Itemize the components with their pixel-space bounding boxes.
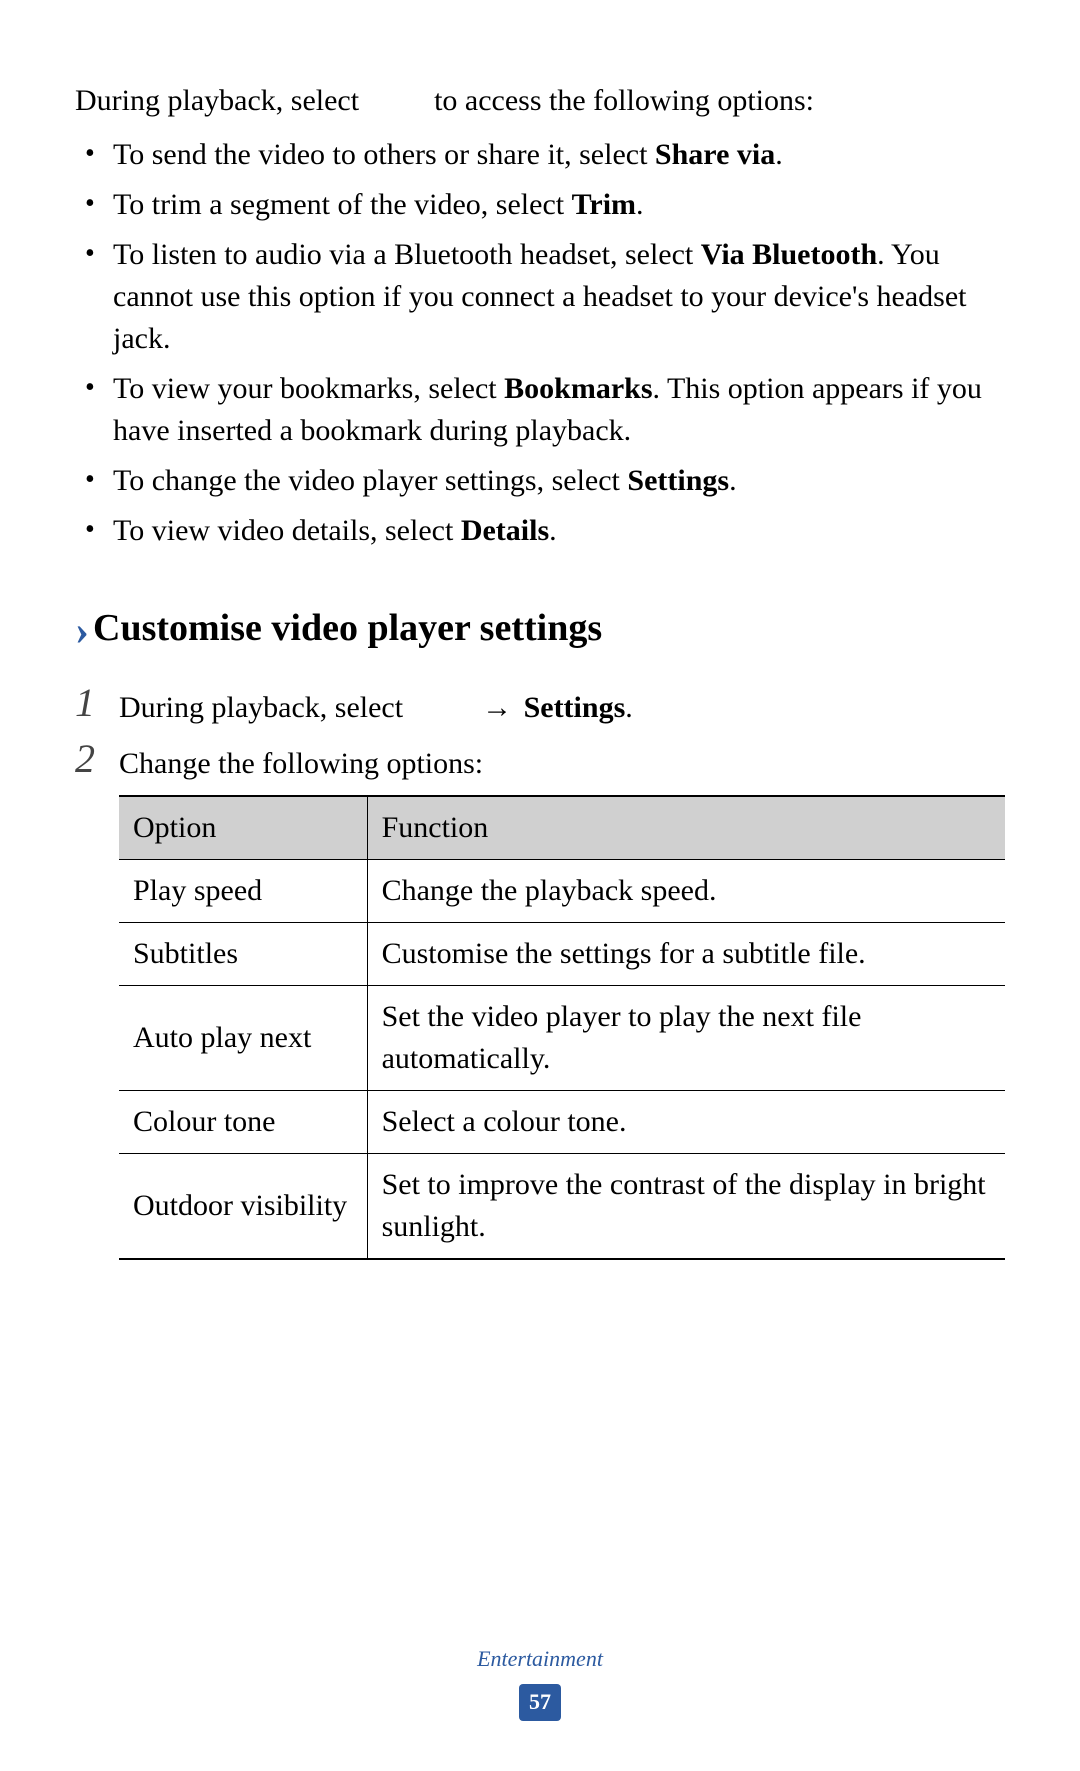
heading-text: Customise video player settings [93,607,602,649]
bullet-bold: Share via [655,138,775,171]
header-function: Function [367,796,1005,860]
bullet-post: . [549,514,557,547]
bullet-text: To trim a segment of the video, select [113,188,572,221]
table-row: Play speed Change the playback speed. [119,859,1005,922]
list-item: To send the video to others or share it,… [75,134,1005,176]
chevron-right-icon: › [75,608,89,654]
bullet-post: . [636,188,644,221]
list-item: To view your bookmarks, select Bookmarks… [75,368,1005,452]
cell-option: Auto play next [119,985,367,1090]
intro-line: During playback, select to access the fo… [75,80,1005,122]
table-row: Subtitles Customise the settings for a s… [119,922,1005,985]
page-content: During playback, select to access the fo… [0,0,1080,1260]
cell-option: Outdoor visibility [119,1153,367,1259]
bullet-bold: Via Bluetooth [701,238,877,271]
step-number: 2 [75,735,119,781]
bullet-text: To listen to audio via a Bluetooth heads… [113,238,701,271]
step-number: 1 [75,679,119,725]
step-text: Change the following options: [119,735,1005,785]
page-footer: Entertainment 57 [0,1644,1080,1721]
list-item: To listen to audio via a Bluetooth heads… [75,234,1005,360]
header-option: Option [119,796,367,860]
step-2: 2 Change the following options: [75,735,1005,785]
step-bold: Settings [524,691,626,724]
cell-function: Customise the settings for a subtitle fi… [367,922,1005,985]
cell-option: Play speed [119,859,367,922]
list-item: To view video details, select Details. [75,510,1005,552]
bullet-text: To change the video player settings, sel… [113,464,627,497]
bullet-text: To view your bookmarks, select [113,372,504,405]
list-item: To trim a segment of the video, select T… [75,184,1005,226]
options-list: To send the video to others or share it,… [75,134,1005,552]
options-table: Option Function Play speed Change the pl… [119,795,1005,1260]
step-text: During playback, select → Settings. [119,679,1005,729]
table-row: Outdoor visibility Set to improve the co… [119,1153,1005,1259]
section-heading: ›Customise video player settings [75,602,1005,661]
bullet-bold: Trim [572,188,636,221]
cell-function: Set the video player to play the next fi… [367,985,1005,1090]
step-1: 1 During playback, select → Settings. [75,679,1005,729]
bullet-text: To send the video to others or share it,… [113,138,655,171]
bullet-bold: Settings [627,464,729,497]
bullet-post: . [775,138,783,171]
arrow-icon: → [482,691,512,724]
footer-section-label: Entertainment [0,1644,1080,1675]
cell-function: Change the playback speed. [367,859,1005,922]
cell-function: Set to improve the contrast of the displ… [367,1153,1005,1259]
bullet-bold: Bookmarks [504,372,652,405]
intro-prefix: During playback, select [75,84,359,117]
bullet-text: To view video details, select [113,514,461,547]
page-number: 57 [519,1684,561,1721]
cell-option: Colour tone [119,1090,367,1153]
bullet-bold: Details [461,514,549,547]
table-row: Colour tone Select a colour tone. [119,1090,1005,1153]
step-pre: During playback, select [119,691,411,724]
list-item: To change the video player settings, sel… [75,460,1005,502]
bullet-post: . [729,464,737,497]
table-row: Auto play next Set the video player to p… [119,985,1005,1090]
table-header-row: Option Function [119,796,1005,860]
cell-function: Select a colour tone. [367,1090,1005,1153]
step-post: . [625,691,633,724]
intro-suffix: to access the following options: [434,84,814,117]
cell-option: Subtitles [119,922,367,985]
